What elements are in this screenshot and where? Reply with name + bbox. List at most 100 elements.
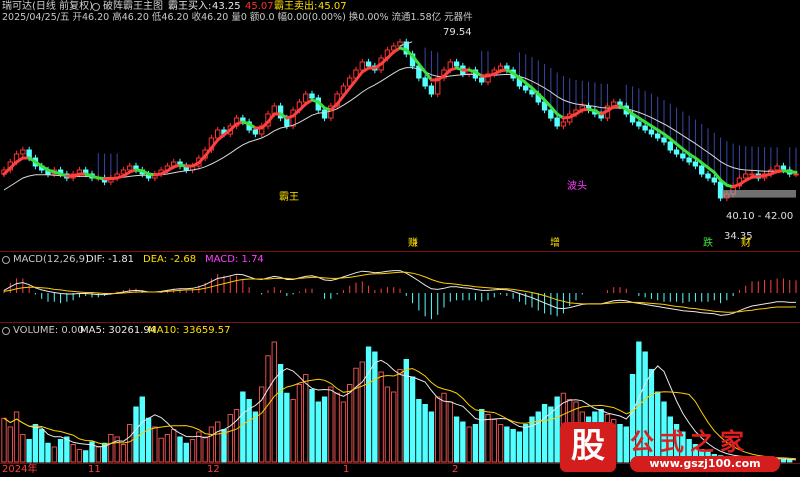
volume-bar bbox=[453, 416, 460, 463]
volume-bar bbox=[359, 361, 365, 463]
candlestick-chart[interactable] bbox=[0, 0, 800, 253]
volume-bar bbox=[183, 442, 189, 463]
volume-bar bbox=[422, 404, 428, 463]
candle-body bbox=[309, 93, 315, 99]
volume-bar bbox=[491, 419, 497, 463]
candle-body bbox=[711, 177, 717, 183]
volume-bar bbox=[548, 406, 554, 463]
volume-bar bbox=[108, 434, 114, 463]
logo-stock-icon: 股 bbox=[560, 422, 616, 472]
volume-bar bbox=[504, 426, 510, 463]
ma-fast-segment bbox=[788, 170, 798, 174]
volume-bar bbox=[510, 429, 516, 463]
volume-bar bbox=[177, 436, 183, 463]
volume-bar bbox=[529, 416, 535, 463]
candle-body bbox=[793, 173, 799, 176]
volume-bar bbox=[541, 404, 548, 463]
volume-bar bbox=[83, 450, 89, 463]
volume-bar bbox=[397, 369, 403, 463]
volume-bar bbox=[133, 406, 139, 463]
candle-body bbox=[359, 61, 365, 71]
bottom-marker-3: 跌 bbox=[703, 238, 713, 249]
volume-bar bbox=[95, 446, 101, 463]
volume-bar bbox=[535, 411, 541, 463]
volume-bar bbox=[164, 434, 171, 463]
volume-bar bbox=[70, 444, 76, 463]
logo-url: www.gszj100.com bbox=[630, 456, 780, 472]
volume-bar bbox=[353, 367, 359, 463]
candle-body bbox=[422, 77, 428, 87]
watermark-logo: 股 公式之家 www.gszj100.com bbox=[560, 420, 782, 474]
macd-chart[interactable] bbox=[0, 253, 800, 323]
volume-bar bbox=[479, 409, 485, 463]
volume-bar bbox=[171, 429, 177, 463]
volume-bar bbox=[57, 439, 64, 463]
volume-bar bbox=[221, 429, 227, 463]
wave-label: 霸王 bbox=[279, 192, 299, 203]
volume-bar bbox=[334, 392, 340, 463]
candle-body bbox=[655, 133, 661, 139]
volume-bar bbox=[127, 424, 133, 463]
candle-body bbox=[127, 165, 133, 171]
volume-bar bbox=[208, 426, 215, 463]
x-axis-label-2: 12 bbox=[207, 464, 220, 475]
candle-body bbox=[705, 173, 711, 179]
x-axis-label-4: 2 bbox=[452, 464, 459, 475]
candle-body bbox=[252, 129, 259, 135]
volume-bar bbox=[435, 396, 441, 463]
candle-body bbox=[692, 161, 699, 167]
volume-bar bbox=[372, 351, 378, 463]
bottom-marker-2: 增 bbox=[550, 238, 560, 249]
volume-bar bbox=[303, 374, 309, 463]
volume-bar bbox=[20, 434, 26, 463]
candle-body bbox=[554, 117, 560, 127]
volume-bar bbox=[39, 429, 45, 463]
volume-bar bbox=[45, 442, 51, 463]
bottom-marker-4: 财 bbox=[741, 238, 751, 249]
volume-bar bbox=[516, 431, 523, 463]
candle-body bbox=[365, 61, 372, 67]
volume-bar bbox=[309, 389, 315, 463]
bottom-marker-1: 赚 bbox=[408, 238, 418, 249]
volume-bar bbox=[76, 449, 83, 463]
volume-bar bbox=[158, 437, 164, 463]
volume-bar bbox=[472, 424, 479, 463]
marker-top-label: 波头 bbox=[567, 181, 587, 192]
x-axis-label-1: 11 bbox=[88, 464, 101, 475]
volume-bar bbox=[145, 417, 152, 463]
candle-body bbox=[523, 85, 529, 91]
candle-body bbox=[680, 153, 686, 159]
volume-bar bbox=[139, 396, 145, 463]
candle-body bbox=[321, 109, 328, 119]
candle-body bbox=[636, 121, 642, 127]
volume-bar bbox=[416, 399, 422, 463]
candle-body bbox=[673, 149, 680, 155]
candle-body bbox=[560, 121, 567, 127]
volume-bar bbox=[523, 424, 529, 463]
candle-body bbox=[453, 61, 460, 67]
logo-site-name: 公式之家 bbox=[630, 428, 750, 456]
volume-bar bbox=[787, 459, 793, 463]
volume-bar bbox=[284, 392, 290, 463]
volume-bar bbox=[233, 409, 240, 463]
volume-bar bbox=[1, 417, 7, 463]
candle-body bbox=[686, 157, 692, 163]
candle-body bbox=[749, 173, 755, 176]
x-axis-label-0: 2024年 bbox=[2, 464, 38, 475]
volume-bar bbox=[290, 399, 296, 463]
volume-bar bbox=[365, 346, 372, 463]
volume-bar bbox=[391, 391, 397, 463]
volume-bar bbox=[497, 424, 504, 463]
volume-bar bbox=[64, 436, 70, 463]
volume-bar bbox=[26, 439, 32, 463]
x-axis-label-3: 1 bbox=[343, 464, 350, 475]
volume-bar bbox=[409, 376, 416, 463]
volume-bar bbox=[265, 355, 271, 463]
candle-body bbox=[20, 149, 26, 155]
candle-body bbox=[774, 165, 780, 171]
volume-bar bbox=[189, 439, 196, 463]
volume-bar bbox=[32, 424, 39, 463]
volume-bar bbox=[466, 426, 472, 463]
volume-bar bbox=[378, 371, 384, 463]
volume-bar bbox=[240, 391, 246, 463]
